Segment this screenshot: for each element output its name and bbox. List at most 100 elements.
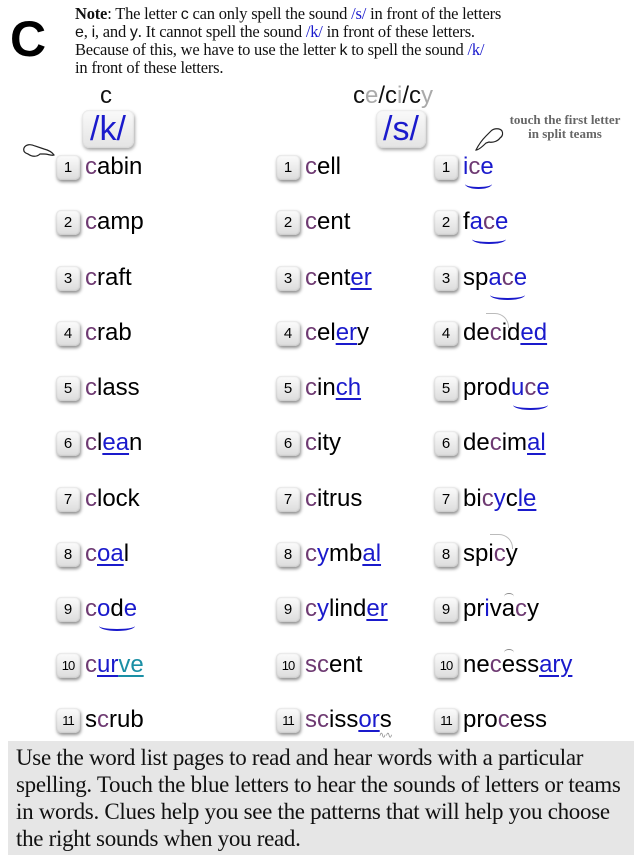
- sound-letter[interactable]: u: [511, 374, 524, 401]
- word-number-button[interactable]: 1: [434, 155, 458, 180]
- target-letter-c[interactable]: c: [490, 429, 502, 456]
- word-camp[interactable]: camp: [85, 207, 144, 237]
- word-class[interactable]: class: [85, 373, 140, 403]
- word-number-button[interactable]: 2: [276, 210, 300, 236]
- sound-letter[interactable]: e: [124, 595, 137, 622]
- word-number-button[interactable]: 3: [434, 265, 458, 291]
- target-letter-c[interactable]: c: [85, 429, 97, 456]
- word-number-button[interactable]: 7: [56, 486, 80, 512]
- word-number-button[interactable]: 11: [56, 707, 80, 733]
- target-letter-c[interactable]: c: [483, 208, 495, 235]
- target-letter-c[interactable]: c: [85, 319, 97, 346]
- word-celery[interactable]: celery: [305, 318, 369, 348]
- target-letter-c[interactable]: c: [305, 429, 317, 456]
- word-clean[interactable]: clean: [85, 428, 142, 458]
- word-number-button[interactable]: 4: [276, 320, 300, 346]
- target-letter-c[interactable]: c: [490, 651, 502, 678]
- sound-team[interactable]: ur: [97, 651, 118, 678]
- target-letter-c[interactable]: c: [85, 374, 97, 401]
- target-letter-c[interactable]: c: [305, 485, 317, 512]
- sound-team[interactable]: al: [527, 429, 546, 456]
- sound-team[interactable]: ary: [539, 651, 572, 678]
- sound-team[interactable]: ed: [520, 319, 547, 346]
- word-produce[interactable]: produce: [463, 373, 550, 411]
- target-letter-c[interactable]: sc: [305, 706, 329, 733]
- word-number-button[interactable]: 2: [56, 210, 80, 236]
- sound-team[interactable]: oa: [97, 540, 124, 567]
- word-number-button[interactable]: 5: [434, 376, 458, 402]
- sound-letter[interactable]: o: [97, 595, 110, 622]
- target-letter-c[interactable]: c: [305, 595, 317, 622]
- target-letter-c[interactable]: c: [468, 153, 480, 180]
- word-number-button[interactable]: 6: [276, 431, 300, 457]
- word-number-button[interactable]: 1: [56, 155, 80, 180]
- target-letter-c[interactable]: c: [515, 595, 527, 622]
- sound-letter[interactable]: y: [317, 540, 329, 567]
- target-letter-c[interactable]: sc: [305, 651, 329, 678]
- word-number-button[interactable]: 10: [434, 652, 458, 678]
- sound-team[interactable]: ea: [102, 429, 129, 456]
- sound-letter[interactable]: e: [495, 208, 508, 235]
- word-number-button[interactable]: 9: [56, 597, 80, 623]
- word-necessary[interactable]: nece ssary: [463, 648, 572, 680]
- word-ice[interactable]: ice: [463, 152, 494, 189]
- sound-team[interactable]: ve: [118, 651, 143, 678]
- sound-button-k[interactable]: /k/: [82, 110, 134, 148]
- target-letter-c[interactable]: c: [305, 208, 317, 235]
- word-city[interactable]: city: [305, 428, 341, 458]
- target-letter-c[interactable]: c: [305, 540, 317, 567]
- word-cinch[interactable]: cinch: [305, 373, 361, 403]
- word-number-button[interactable]: 8: [276, 542, 300, 568]
- sound-team[interactable]: ch: [336, 374, 361, 401]
- word-number-button[interactable]: 3: [276, 265, 300, 291]
- target-letter-c[interactable]: c: [305, 319, 317, 346]
- word-number-button[interactable]: 11: [434, 707, 458, 733]
- word-process[interactable]: process: [463, 705, 547, 735]
- word-cabin[interactable]: cabin: [85, 152, 142, 182]
- word-code[interactable]: code: [85, 594, 137, 632]
- target-letter-c[interactable]: c: [85, 540, 97, 567]
- sound-team[interactable]: er: [336, 319, 357, 346]
- word-number-button[interactable]: 7: [276, 486, 300, 512]
- word-crab[interactable]: crab: [85, 318, 132, 348]
- word-number-button[interactable]: 9: [276, 597, 300, 623]
- sound-team[interactable]: or: [358, 706, 379, 733]
- word-number-button[interactable]: 7: [434, 486, 458, 512]
- target-letter-c[interactable]: c: [498, 706, 510, 733]
- target-letter-c[interactable]: c: [85, 264, 97, 291]
- target-letter-c[interactable]: c: [305, 264, 317, 291]
- target-letter-c[interactable]: c: [85, 208, 97, 235]
- target-letter-c[interactable]: c: [305, 153, 317, 180]
- word-number-button[interactable]: 4: [56, 320, 80, 346]
- word-cent[interactable]: cent: [305, 207, 350, 237]
- word-coal[interactable]: coal: [85, 539, 129, 569]
- word-space[interactable]: space: [463, 263, 527, 300]
- word-curve[interactable]: curve: [85, 650, 144, 680]
- word-privacy[interactable]: priva cy: [463, 593, 539, 624]
- word-craft[interactable]: craft: [85, 263, 132, 293]
- word-center[interactable]: center: [305, 263, 372, 293]
- word-number-button[interactable]: 10: [276, 652, 300, 678]
- word-clock[interactable]: clock: [85, 484, 140, 514]
- sound-letter[interactable]: e: [514, 264, 527, 291]
- word-number-button[interactable]: 8: [56, 542, 80, 568]
- sound-team[interactable]: er: [366, 595, 387, 622]
- target-letter-c[interactable]: c: [85, 485, 97, 512]
- word-number-button[interactable]: 2: [434, 210, 458, 236]
- word-number-button[interactable]: 5: [56, 376, 80, 402]
- sound-letter[interactable]: e: [536, 374, 549, 401]
- word-citrus[interactable]: citrus: [305, 484, 362, 514]
- sound-team[interactable]: er: [350, 264, 371, 291]
- target-letter-c[interactable]: c: [305, 374, 317, 401]
- word-number-button[interactable]: 9: [434, 597, 458, 623]
- sound-letter[interactable]: a: [488, 264, 501, 291]
- sound-button-s[interactable]: /s/: [376, 110, 426, 148]
- word-number-button[interactable]: 8: [434, 542, 458, 568]
- sound-team[interactable]: al: [362, 540, 381, 567]
- word-bicycle[interactable]: bicycle: [463, 484, 536, 514]
- word-scissors[interactable]: scissors ∿∿: [305, 705, 393, 740]
- sound-letter[interactable]: a: [470, 208, 483, 235]
- word-cell[interactable]: cell: [305, 152, 341, 182]
- target-letter-c[interactable]: c: [85, 595, 97, 622]
- target-letter-c[interactable]: c: [502, 264, 514, 291]
